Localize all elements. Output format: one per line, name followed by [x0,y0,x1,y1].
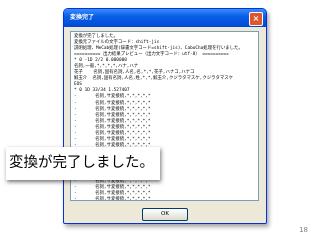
log-line: - 名詞,サ変接続,*,*,*,*,* [74,197,151,201]
conversion-complete-dialog: 変換完了 × 変換が完了しました。 変換元ファイルの文字コード：shift-jis… [63,8,267,224]
dialog-titlebar: 変換完了 × [64,9,266,27]
page-number: 18 [299,226,308,234]
log-line: 鯨玉介 名詞,固有名詞,人名,姓,*,*,鯨玉介,クジラタマスケ,クジラタマスケ [74,76,234,82]
ok-button[interactable]: OK [142,208,188,221]
slide: 変換完了 × 変換が完了しました。 変換元ファイルの文字コード：shift-jis… [0,0,320,240]
dialog-title: 変換完了 [70,14,95,21]
close-button[interactable]: × [249,12,263,26]
callout-caption: 変換が完了しました。 [6,147,160,180]
